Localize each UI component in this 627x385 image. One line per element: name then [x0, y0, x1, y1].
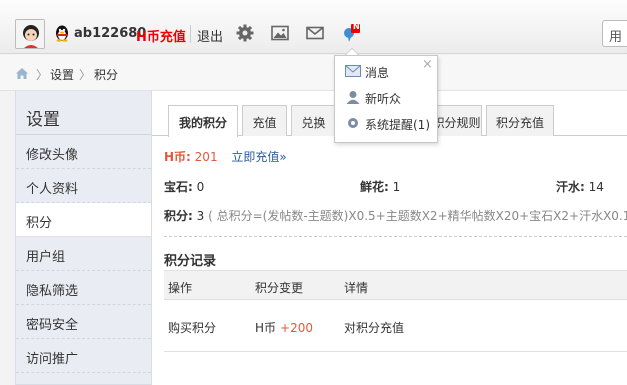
sidebar-item-password[interactable]: 密码安全 [16, 305, 151, 339]
credit-label: 积分: [164, 209, 193, 223]
sidebar-item-privacy[interactable]: 隐私筛选 [16, 271, 151, 305]
notification-badge: N [353, 22, 360, 31]
sidebar-item-usergroup[interactable]: 用户组 [16, 237, 151, 271]
column-header: 操作 [168, 281, 193, 295]
records-table-header: 操作 积分变更 详情 [164, 270, 627, 300]
column-header: 积分变更 [255, 281, 304, 295]
divider [190, 25, 191, 43]
envelope-icon [345, 65, 361, 77]
sidebar-item-promotion[interactable]: 访问推广 [16, 339, 151, 373]
breadcrumb: 〉 设置 〉 积分 [0, 55, 627, 91]
tab-credit-recharge[interactable]: 积分充值 [486, 105, 554, 136]
sidebar-item-credits[interactable]: 积分 [16, 203, 151, 237]
gem-stat: 宝石: 0 [164, 178, 204, 195]
flower-label: 鲜花: [360, 180, 389, 194]
hcoin-recharge-link[interactable]: H币充值 [136, 26, 186, 45]
credit-formula: 积分: 3 ( 总积分=(发帖数-主题数)X0.5+主题数X2+精华帖数X20+… [164, 207, 627, 224]
tab-exchange[interactable]: 兑换 [291, 105, 336, 136]
chevron-right-icon: 〉 [36, 68, 49, 82]
record-action: 购买积分 [168, 321, 217, 335]
home-icon[interactable] [15, 67, 29, 80]
record-detail: 对积分充值 [344, 321, 405, 335]
popup-arrow-inner [346, 49, 358, 55]
tab-credit-rules-label: 积分规则 [432, 116, 481, 130]
breadcrumb-item: 积分 [94, 68, 119, 82]
popup-item-label: 新听众 [365, 92, 402, 106]
hcoin-row: H币: 201 立即充值» [164, 148, 287, 165]
tab-my-credits[interactable]: 我的积分 [168, 105, 238, 137]
record-change: H币 +200 [255, 319, 313, 336]
notification-popup: × 消息 新听众 系统提醒(1) [334, 55, 438, 143]
sweat-stat: 汗水: 14 [556, 178, 604, 195]
column-header: 详情 [344, 281, 369, 295]
hcoin-value: 201 [194, 150, 218, 164]
tab-recharge[interactable]: 充值 [242, 105, 287, 136]
popup-item-label: 消息 [365, 66, 390, 80]
popup-item-system-notice[interactable]: 系统提醒(1) [345, 114, 439, 134]
gem-label: 宝石: [164, 180, 193, 194]
hcoin-label: H币: [164, 150, 191, 164]
logout-link[interactable]: 退出 [197, 26, 223, 45]
top-bar: ab122680 H币充值 退出 N 用 [0, 0, 627, 54]
sidebar-item-profile[interactable]: 个人资料 [16, 169, 151, 203]
record-currency: H币 [255, 321, 277, 335]
flower-stat: 鲜花: 1 [360, 178, 400, 195]
credit-formula-text: ( 总积分=(发帖数-主题数)X0.5+主题数X2+精华帖数X20+宝石X2+汗… [208, 209, 627, 223]
gear-icon[interactable] [235, 23, 255, 43]
mail-icon[interactable] [305, 23, 325, 43]
sidebar-title: 设置 [16, 91, 151, 135]
avatar[interactable] [15, 19, 45, 49]
flower-value: 1 [392, 180, 401, 194]
user-icon [346, 91, 360, 104]
sidebar: 设置 修改头像 个人资料 积分 用户组 隐私筛选 密码安全 访问推广 [15, 91, 152, 385]
sidebar-item-avatar[interactable]: 修改头像 [16, 135, 151, 169]
gem-value: 0 [196, 180, 205, 194]
sweat-value: 14 [588, 180, 604, 194]
popup-item-new-listeners[interactable]: 新听众 [345, 88, 439, 108]
table-row: 购买积分 H币 +200 对积分充值 [164, 300, 627, 352]
breadcrumb-item[interactable]: 设置 [50, 66, 74, 83]
qq-penguin-icon [56, 25, 68, 42]
credit-value: 3 [196, 209, 205, 223]
divider [164, 236, 627, 237]
popup-item-messages[interactable]: 消息 [345, 62, 439, 82]
gear-icon [348, 118, 358, 128]
popup-item-label: 系统提醒(1) [365, 118, 430, 132]
chevron-right-icon: 〉 [79, 68, 92, 82]
image-icon[interactable] [270, 23, 290, 43]
recharge-now-link[interactable]: 立即充值» [231, 150, 286, 164]
records-title: 积分记录 [164, 254, 217, 269]
record-amount: +200 [280, 321, 313, 335]
top-right-button[interactable]: 用 [602, 20, 627, 47]
sweat-label: 汗水: [556, 180, 585, 194]
